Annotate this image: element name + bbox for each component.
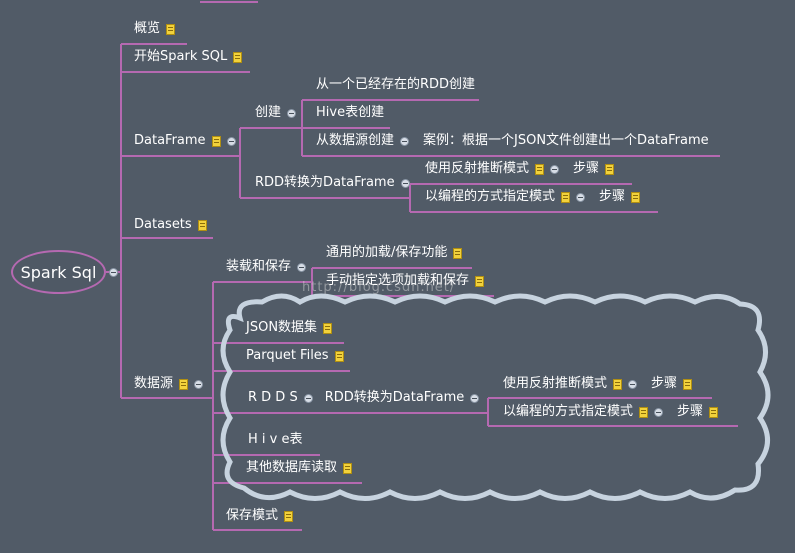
note-icon[interactable]	[166, 23, 176, 35]
node-json-example-label[interactable]: 案例：根据一个JSON文件创建出一个DataFrame	[423, 133, 709, 149]
node-json-dataset[interactable]: JSON数据集	[246, 320, 333, 336]
node-programmatic-label: 以编程的方式指定模式	[425, 189, 556, 204]
node-steps-label[interactable]: 步骤	[651, 376, 677, 392]
collapse-toggle[interactable]	[400, 178, 410, 188]
note-icon[interactable]	[613, 378, 623, 390]
node-manual-load-save-label: 手动指定选项加载和保存	[326, 273, 470, 288]
node-dataframe[interactable]: DataFrame	[134, 133, 236, 149]
node-steps-label[interactable]: 步骤	[677, 404, 703, 420]
node-parquet-files[interactable]: Parquet Files	[246, 348, 344, 364]
node-from-source-label: 从数据源创建	[316, 133, 395, 148]
note-icon[interactable]	[179, 378, 189, 390]
note-icon[interactable]	[323, 322, 333, 334]
node-hive-table-label: H i v e表	[248, 432, 303, 447]
collapse-toggle[interactable]	[470, 393, 480, 403]
node-hive-table[interactable]: H i v e表	[248, 432, 302, 448]
root-label: Spark Sql	[20, 262, 97, 282]
node-rdds-programmatic-label: 以编程的方式指定模式	[503, 404, 634, 419]
node-from-source[interactable]: 从数据源创建 案例：根据一个JSON文件创建出一个DataFrame	[316, 133, 709, 149]
collapse-toggle[interactable]	[628, 379, 638, 389]
node-datasets-label: Datasets	[134, 217, 192, 232]
root-node[interactable]: Spark Sql	[11, 250, 106, 294]
node-manual-load-save[interactable]: 手动指定选项加载和保存	[326, 273, 485, 289]
root-collapse-toggle[interactable]	[109, 268, 118, 277]
mind-map: Spark Sql http://blog.csdn.net/ 概览 开始Spa…	[0, 0, 795, 553]
collapse-toggle[interactable]	[576, 192, 586, 202]
node-other-db[interactable]: 其他数据库读取	[246, 460, 353, 476]
node-create-label: 创建	[255, 105, 282, 120]
collapse-toggle[interactable]	[303, 393, 313, 403]
node-start-spark-sql[interactable]: 开始Spark SQL	[134, 49, 243, 65]
note-icon[interactable]	[343, 462, 353, 474]
node-start-label: 开始Spark SQL	[134, 49, 228, 64]
node-rdds-reflection[interactable]: 使用反射推断模式 步骤	[503, 376, 693, 392]
note-icon[interactable]	[683, 378, 693, 390]
node-rdds[interactable]: R D D S RDD转换为DataFrame	[248, 390, 480, 406]
note-icon[interactable]	[475, 275, 485, 287]
node-reflection-label: 使用反射推断模式	[425, 161, 530, 176]
node-create[interactable]: 创建	[255, 105, 297, 121]
node-dataframe-label: DataFrame	[134, 133, 206, 148]
node-save-mode[interactable]: 保存模式	[226, 508, 294, 524]
node-reflection[interactable]: 使用反射推断模式 步骤	[425, 161, 615, 177]
node-rdd-to-dataframe[interactable]: RDD转换为DataFrame	[255, 175, 410, 191]
note-icon[interactable]	[561, 191, 571, 203]
node-other-db-label: 其他数据库读取	[246, 460, 338, 475]
collapse-toggle[interactable]	[400, 136, 410, 146]
collapse-toggle[interactable]	[654, 407, 664, 417]
note-icon[interactable]	[605, 163, 615, 175]
node-steps-label[interactable]: 步骤	[573, 161, 599, 177]
node-from-hive[interactable]: Hive表创建	[316, 105, 384, 121]
note-icon[interactable]	[197, 219, 207, 231]
collapse-toggle[interactable]	[297, 262, 307, 272]
node-rdd-to-dataframe-label: RDD转换为DataFrame	[255, 175, 395, 190]
note-icon[interactable]	[709, 406, 719, 418]
node-programmatic[interactable]: 以编程的方式指定模式 步骤	[425, 189, 641, 205]
note-icon[interactable]	[631, 191, 641, 203]
node-from-rdd-label: 从一个已经存在的RDD创建	[316, 77, 476, 92]
node-overview[interactable]: 概览	[134, 21, 176, 37]
node-save-mode-label: 保存模式	[226, 508, 279, 523]
node-load-save[interactable]: 装载和保存	[226, 259, 307, 275]
node-overview-label: 概览	[134, 21, 161, 36]
node-generic-load-save[interactable]: 通用的加载/保存功能	[326, 245, 463, 261]
note-icon[interactable]	[284, 510, 294, 522]
node-from-hive-label: Hive表创建	[316, 105, 385, 120]
note-icon[interactable]	[211, 135, 221, 147]
node-datasets[interactable]: Datasets	[134, 217, 207, 233]
collapse-toggle[interactable]	[194, 379, 204, 389]
collapse-toggle[interactable]	[226, 136, 236, 146]
node-generic-load-save-label: 通用的加载/保存功能	[326, 245, 448, 260]
node-rdds-reflection-label: 使用反射推断模式	[503, 376, 608, 391]
node-steps-label[interactable]: 步骤	[599, 189, 625, 205]
node-rdds-programmatic[interactable]: 以编程的方式指定模式 步骤	[503, 404, 719, 420]
node-load-save-label: 装载和保存	[226, 259, 292, 274]
note-icon[interactable]	[334, 350, 344, 362]
collapse-toggle[interactable]	[550, 164, 560, 174]
node-from-rdd[interactable]: 从一个已经存在的RDD创建	[316, 77, 475, 93]
node-rdds-convert-label[interactable]: RDD转换为DataFrame	[325, 390, 465, 406]
note-icon[interactable]	[535, 163, 545, 175]
node-data-sources[interactable]: 数据源	[134, 376, 204, 392]
node-json-dataset-label: JSON数据集	[246, 320, 318, 335]
collapse-toggle[interactable]	[287, 108, 297, 118]
node-rdds-label: R D D S	[248, 390, 298, 405]
node-parquet-files-label: Parquet Files	[246, 348, 329, 363]
note-icon[interactable]	[233, 51, 243, 63]
node-data-sources-label: 数据源	[134, 376, 174, 391]
note-icon[interactable]	[453, 247, 463, 259]
note-icon[interactable]	[639, 406, 649, 418]
